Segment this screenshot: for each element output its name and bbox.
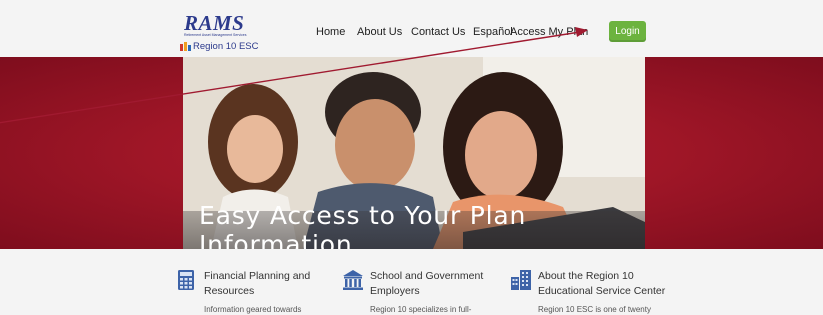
family-photo: Easy Access to Your Plan Information <box>183 57 645 249</box>
calculator-icon <box>178 270 194 290</box>
feature-text: Region 10 specializes in full- <box>370 305 472 314</box>
region-logo-icon <box>180 42 191 51</box>
logo-sub-text: Region 10 ESC <box>193 40 259 52</box>
nav-about-us[interactable]: About Us <box>357 25 402 39</box>
login-button[interactable]: Login <box>609 21 646 42</box>
feature-text: Information geared towards <box>204 305 302 314</box>
office-buildings-icon <box>511 270 531 290</box>
nav-espanol[interactable]: Español <box>473 25 513 39</box>
government-building-icon <box>343 270 363 290</box>
nav-contact-us[interactable]: Contact Us <box>411 25 465 39</box>
hero-banner: Easy Access to Your Plan Information <box>0 57 823 249</box>
features-section: Financial Planning and Resources Informa… <box>0 249 823 314</box>
feature-text: Region 10 ESC is one of twenty <box>538 305 651 314</box>
logo-wordmark: RAMS <box>184 11 245 35</box>
logo-tagline: Retirement Asset Management Services <box>184 33 247 37</box>
feature-title: About the Region 10 Educational Service … <box>538 270 666 297</box>
logo-sub: Region 10 ESC <box>180 40 258 52</box>
feature-title: Financial Planning and Resources <box>204 270 311 297</box>
hero-caption: Easy Access to Your Plan Information <box>183 201 645 249</box>
feature-title: School and Government Employers <box>370 270 484 297</box>
site-header: RAMS Retirement Asset Management Service… <box>0 0 823 57</box>
nav-home[interactable]: Home <box>316 25 345 39</box>
nav-access-my-plan[interactable]: Access My Plan <box>510 25 588 39</box>
rams-logo[interactable]: RAMS Retirement Asset Management Service… <box>180 12 260 54</box>
